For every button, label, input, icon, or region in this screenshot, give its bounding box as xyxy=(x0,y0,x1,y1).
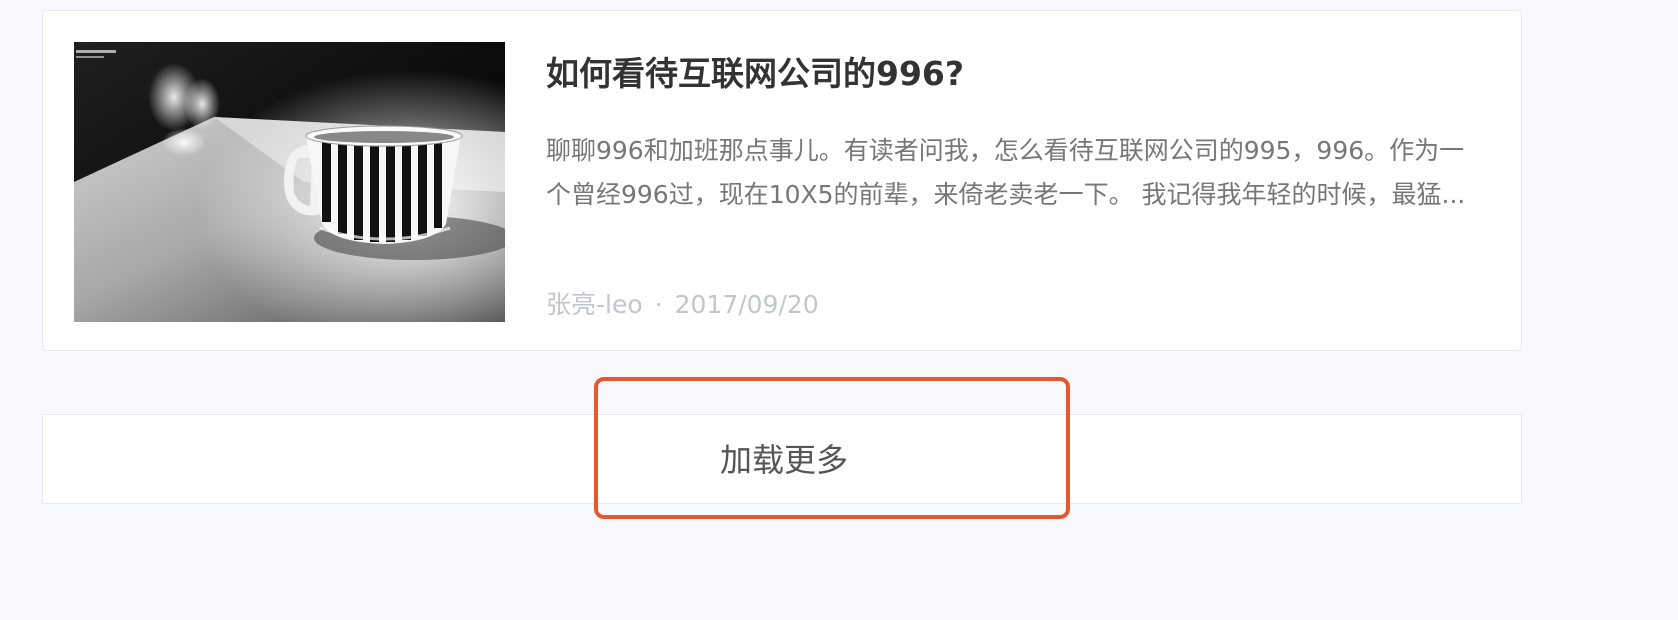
article-summary: 聊聊996和加班那点事儿。有读者问我，怎么看待互联网公司的995，996。作为一… xyxy=(546,136,1466,209)
load-more-label: 加载更多 xyxy=(720,441,849,479)
meta-separator: · xyxy=(654,290,663,319)
article-meta: 张亮-leo · 2017/09/20 xyxy=(546,285,819,325)
article-thumbnail[interactable] xyxy=(74,42,505,322)
article-title[interactable]: 如何看待互联网公司的996? xyxy=(546,51,964,97)
coffee-cup-photo xyxy=(74,42,505,322)
article-card[interactable]: 如何看待互联网公司的996? 聊聊996和加班那点事儿。有读者问我，怎么看待互联… xyxy=(42,10,1522,351)
article-date: 2017/09/20 xyxy=(674,290,819,319)
load-more-button[interactable]: 加载更多 xyxy=(42,414,1522,504)
article-author[interactable]: 张亮-leo xyxy=(546,290,643,319)
